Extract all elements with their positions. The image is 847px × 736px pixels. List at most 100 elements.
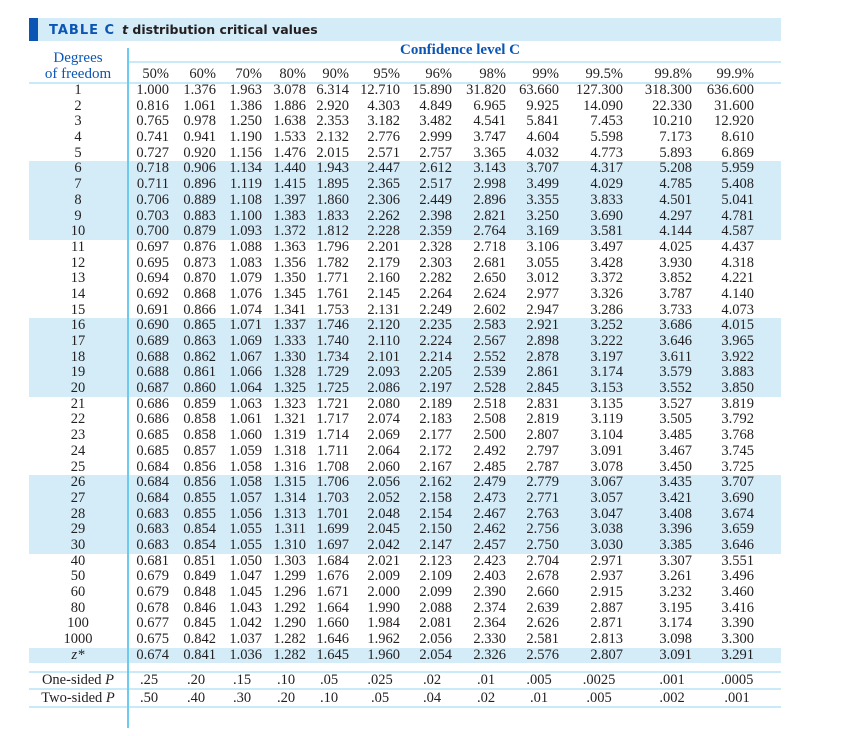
df-cell: 23 xyxy=(70,427,86,444)
critical-value-cell: 1.714 xyxy=(316,427,349,444)
critical-value-cell: 0.697 xyxy=(136,238,169,255)
critical-value-cell: 2.473 xyxy=(473,489,506,506)
critical-value-cell: 3.174 xyxy=(659,615,692,632)
critical-value-cell: 1.043 xyxy=(229,599,262,616)
critical-value-cell: 2.567 xyxy=(473,333,506,349)
critical-value-cell: 2.750 xyxy=(526,536,559,553)
critical-value-cell: 2.581 xyxy=(526,631,559,648)
critical-value-cell: 7.453 xyxy=(590,113,623,130)
critical-value-cell: 1.282 xyxy=(273,631,306,648)
df-cell: 6 xyxy=(74,160,82,177)
critical-value-cell: 0.703 xyxy=(136,207,169,224)
critical-value-cell: 3.922 xyxy=(721,348,754,365)
critical-value-cell: 2.262 xyxy=(367,207,400,224)
critical-value-cell: 2.201 xyxy=(367,238,400,255)
critical-value-cell: 1.303 xyxy=(273,552,306,569)
critical-value-cell: 2.064 xyxy=(367,442,400,459)
critical-value-cell: 1.045 xyxy=(229,584,262,600)
df-cell: 50 xyxy=(70,568,86,585)
critical-value-cell: 0.857 xyxy=(183,442,216,459)
critical-value-cell: 3.091 xyxy=(590,442,623,459)
critical-value-cell: 1.067 xyxy=(229,348,262,365)
table-row: 7 0.711 0.896 1.119 1.415 1.895 2.365 2.517 2.99… xyxy=(29,176,781,193)
critical-value-cell: 1.372 xyxy=(273,223,306,240)
critical-value-cell: 2.056 xyxy=(367,474,400,491)
p-value-cell: .0025 xyxy=(582,672,616,688)
df-cell: 15 xyxy=(70,301,86,318)
critical-value-cell: 1.000 xyxy=(136,82,169,98)
critical-value-cell: 2.056 xyxy=(419,631,452,648)
critical-value-cell: 2.214 xyxy=(419,348,452,365)
critical-value-cell: 4.140 xyxy=(721,285,754,302)
critical-value-cell: 4.025 xyxy=(659,238,692,255)
critical-value-cell: 1.476 xyxy=(273,144,306,161)
critical-value-cell: 1.895 xyxy=(316,176,349,193)
critical-value-cell: 2.101 xyxy=(367,348,400,365)
critical-value-cell: 3.690 xyxy=(590,207,623,224)
critical-value-cell: 2.977 xyxy=(526,285,559,302)
critical-value-cell: 0.906 xyxy=(183,160,216,177)
critical-value-cell: 1.697 xyxy=(316,536,349,553)
critical-value-cell: 1.076 xyxy=(229,285,262,302)
critical-value-cell: 0.765 xyxy=(136,113,169,130)
table-row: 18 0.688 0.862 1.067 1.330 1.734 2.101 2.214 2.5… xyxy=(29,348,781,366)
critical-value-cell: 1.415 xyxy=(273,176,306,193)
df-cell: 29 xyxy=(70,521,86,538)
critical-value-cell: 0.941 xyxy=(183,129,216,146)
critical-value-cell: 2.821 xyxy=(473,207,506,224)
p-row-label: Two-sided P xyxy=(41,690,115,706)
two-sided-p-row: Two-sided P .50 .40 .30 .20 .10 .05 .04 .02 .01 .0… xyxy=(29,690,781,707)
critical-value-cell: 2.779 xyxy=(526,474,559,491)
confidence-level-header-cell: 60% xyxy=(189,66,216,82)
critical-value-cell: 3.174 xyxy=(590,364,623,381)
critical-value-cell: 2.898 xyxy=(526,333,559,349)
critical-value-cell: 2.110 xyxy=(367,333,400,349)
df-header-line1: Degrees xyxy=(53,50,103,66)
critical-value-cell: 1.134 xyxy=(229,160,262,177)
critical-value-cell: 3.104 xyxy=(590,427,623,444)
critical-value-cell: 1.066 xyxy=(229,364,262,381)
confidence-level-header-cell: 99.8% xyxy=(654,66,692,82)
critical-value-cell: 0.692 xyxy=(136,285,169,302)
table-row: 23 0.685 0.858 1.060 1.319 1.714 2.069 2.177 2.5… xyxy=(29,427,781,444)
critical-value-cell: 1.664 xyxy=(316,599,349,616)
critical-value-cell: 1.313 xyxy=(273,505,306,522)
table-row: 21 0.686 0.859 1.063 1.323 1.721 2.080 2.189 2.5… xyxy=(29,395,781,413)
critical-value-cell: 1.337 xyxy=(273,317,306,334)
critical-value-cell: 2.937 xyxy=(590,568,623,585)
critical-value-cell: 3.450 xyxy=(659,458,692,475)
p-value-cell: .002 xyxy=(659,690,685,706)
critical-value-cell: 2.359 xyxy=(419,223,452,240)
critical-value-cell: 0.686 xyxy=(136,395,169,412)
critical-value-cell: 2.678 xyxy=(526,568,559,585)
df-cell: 1000 xyxy=(63,631,93,648)
df-cell: 12 xyxy=(70,254,86,271)
critical-value-cell: 3.850 xyxy=(721,380,754,397)
critical-value-cell: 0.879 xyxy=(183,223,216,240)
critical-value-cell: 1.646 xyxy=(316,631,349,648)
critical-value-cell: 2.109 xyxy=(419,568,452,585)
critical-value-cell: 0.883 xyxy=(183,207,216,224)
critical-value-cell: 4.032 xyxy=(526,144,559,161)
critical-value-cell: 2.896 xyxy=(473,191,506,208)
p-value-cell: .001 xyxy=(724,690,750,706)
critical-value-cell: 2.228 xyxy=(367,223,400,240)
df-cell: 28 xyxy=(70,505,86,522)
critical-value-cell: 1.316 xyxy=(273,458,306,475)
critical-value-cell: 0.727 xyxy=(136,144,169,161)
critical-value-cell: 2.162 xyxy=(419,474,452,491)
critical-value-cell: 0.700 xyxy=(136,223,169,240)
critical-value-cell: 3.646 xyxy=(659,333,692,349)
table-row: 13 0.694 0.870 1.079 1.350 1.771 2.160 2.282 2.6… xyxy=(29,271,781,287)
table-row: 40 0.681 0.851 1.050 1.303 1.684 2.021 2.123 2.4… xyxy=(29,552,781,570)
critical-value-cell: 2.500 xyxy=(473,427,506,444)
table-row: 28 0.683 0.855 1.056 1.313 1.701 2.048 2.154 2.4… xyxy=(29,505,781,523)
critical-value-cell: 3.326 xyxy=(590,285,623,302)
critical-value-cell: 3.307 xyxy=(659,552,692,569)
critical-value-cell: 1.074 xyxy=(229,301,262,318)
critical-value-cell: 1.315 xyxy=(273,474,306,491)
critical-value-cell: 0.845 xyxy=(183,615,216,632)
critical-value-cell: 636.600 xyxy=(706,82,754,98)
critical-value-cell: 0.677 xyxy=(136,615,169,632)
critical-value-cell: 3.496 xyxy=(721,568,754,585)
